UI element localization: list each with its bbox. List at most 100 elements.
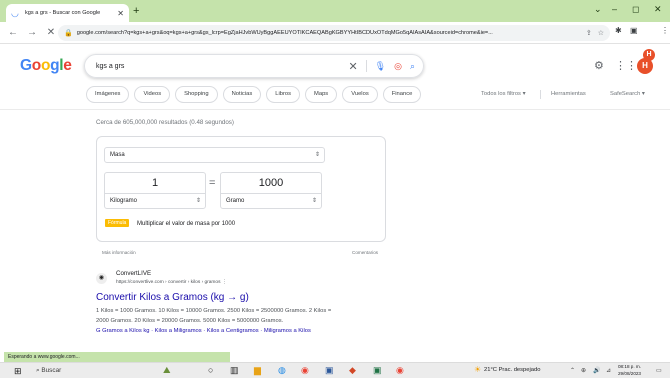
taskbar: ⊞ ⌕ Buscar ⛰ ○ ▥ ▆ ◍ ◉ ▣ ◆ ▣ ◉ ☀ 21°C Pr… — [0, 362, 670, 378]
maximize-icon[interactable]: ◻ — [632, 4, 639, 15]
new-tab-icon[interactable]: + — [133, 5, 139, 17]
select-arrows-icon: ⇕ — [311, 198, 317, 204]
widgets-scene-icon[interactable]: ⛰ — [163, 365, 171, 376]
site-favicon-icon: ◉ — [96, 273, 107, 284]
equals-sign: = — [209, 177, 216, 189]
safesearch-button[interactable]: SafeSearch ▾ — [610, 91, 645, 97]
address-bar[interactable]: 🔒 google.com/search?q=kgs+a+grs&oq=kgs+a… — [58, 25, 610, 41]
from-unit-value: Kilogramo — [110, 198, 138, 204]
from-value-input[interactable]: 1 — [104, 172, 206, 194]
browser-tab-bar: ◡ kgs a grs - Buscar con Google ✕ + ⌄ – … — [0, 0, 670, 22]
tab-flights[interactable]: Vuelos — [342, 86, 378, 103]
taskview-grid-icon[interactable]: ▥ — [230, 365, 239, 376]
result-site-name[interactable]: ConvertLIVE — [116, 270, 151, 277]
language-icon[interactable]: ⊿ — [606, 367, 611, 374]
tray-chevron-icon[interactable]: ⌃ — [570, 367, 575, 374]
taskbar-search[interactable]: ⌕ Buscar — [36, 367, 61, 375]
more-options-icon[interactable]: ⋮ — [222, 280, 227, 285]
settings-gear-icon[interactable]: ⚙ — [594, 59, 604, 72]
more-info-link[interactable]: Más información — [102, 250, 136, 255]
tab-news[interactable]: Noticias — [222, 86, 262, 103]
tab-images[interactable]: Imágenes — [86, 86, 130, 103]
minimize-icon[interactable]: – — [612, 4, 617, 14]
search-input[interactable]: kgs a grs — [96, 63, 340, 70]
stop-icon[interactable]: ✕ — [45, 27, 57, 38]
safesearch-label: SafeSearch — [610, 91, 641, 97]
result-title-link[interactable]: Convertir Kilos a Gramos (kg → g) — [96, 292, 249, 303]
side-panel-icon[interactable]: ▣ — [630, 26, 638, 35]
lock-icon[interactable]: 🔒 — [64, 29, 73, 37]
powerpoint-icon[interactable]: ◆ — [349, 365, 356, 376]
to-unit-value: Gramo — [226, 198, 245, 204]
tools-button[interactable]: Herramientas — [551, 91, 586, 97]
chrome-active-icon[interactable]: ◉ — [396, 365, 404, 376]
tab-books[interactable]: Libros — [266, 86, 301, 103]
google-logo[interactable]: Google — [20, 57, 72, 75]
extensions-icon[interactable]: ✱ — [615, 26, 622, 35]
tab-videos[interactable]: Videos — [134, 86, 171, 103]
excel-icon[interactable]: ▣ — [373, 365, 382, 376]
unit-category-select[interactable]: Masa ⇕ — [104, 147, 325, 163]
result-url-text: https://convertlive.com › convertir › ki… — [116, 280, 221, 285]
word-icon[interactable]: ▣ — [325, 365, 334, 376]
bookmark-star-icon[interactable]: ☆ — [598, 29, 604, 37]
task-view-icon[interactable]: ○ — [208, 365, 213, 375]
divider — [540, 90, 541, 99]
snippet-line: 1 Kilos = 1000 Gramos. 10 Kilos = 10000 … — [96, 308, 332, 314]
search-tabs: Imágenes Videos Shopping Noticias Libros… — [86, 86, 422, 103]
tab-search-icon[interactable]: ⌄ — [594, 4, 602, 15]
divider — [0, 109, 670, 110]
back-icon[interactable]: ← — [7, 27, 19, 38]
apps-grid-icon[interactable]: ⋮⋮ — [615, 59, 637, 72]
menu-icon[interactable]: ⋮ — [661, 26, 669, 35]
search-box[interactable]: kgs a grs ✕ 🎙 ◎ ⌕ — [84, 54, 424, 78]
browser-toolbar: ← → ✕ 🔒 google.com/search?q=kgs+a+grs&oq… — [0, 22, 670, 61]
edge-icon[interactable]: ◍ — [278, 365, 286, 376]
browser-tab[interactable]: ◡ kgs a grs - Buscar con Google ✕ — [6, 4, 129, 22]
select-arrows-icon: ⇕ — [314, 152, 320, 158]
snippet-line: 2000 Gramos. 20 Kilos = 20000 Gramos. 50… — [96, 318, 284, 324]
result-snippet: 1 Kilos = 1000 Gramos. 10 Kilos = 10000 … — [96, 306, 396, 326]
lens-icon[interactable]: ◎ — [394, 61, 402, 72]
clear-icon[interactable]: ✕ — [348, 60, 357, 73]
chrome-icon[interactable]: ◉ — [301, 365, 309, 376]
tab-title: kgs a grs - Buscar con Google — [25, 10, 101, 16]
close-window-icon[interactable]: ✕ — [654, 4, 662, 15]
notifications-icon[interactable]: ▭ — [656, 367, 662, 374]
file-explorer-icon[interactable]: ▆ — [254, 365, 261, 376]
weather-icon[interactable]: ☀ — [474, 365, 481, 374]
result-url[interactable]: https://convertlive.com › convertir › ki… — [116, 280, 227, 285]
feedback-link[interactable]: Comentarios — [352, 250, 378, 255]
to-unit-select[interactable]: Gramo ⇕ — [220, 193, 322, 209]
search-icon[interactable]: ⌕ — [410, 61, 415, 72]
formula-badge: Fórmula — [105, 219, 130, 227]
tab-shopping[interactable]: Shopping — [175, 86, 218, 103]
clock-date: 29/08/2023 — [618, 370, 641, 376]
forward-icon[interactable]: → — [26, 27, 38, 38]
all-filters-label: Todos los filtros — [481, 91, 521, 97]
account-avatar[interactable]: H — [637, 58, 653, 74]
windows-start-icon[interactable]: ⊞ — [14, 366, 22, 377]
clock-time: 08:18 p. m. — [618, 364, 641, 369]
share-icon[interactable]: ⇪ — [586, 29, 592, 37]
formula-text: Multiplicar el valor de masa por 1000 — [137, 221, 236, 227]
weather-text[interactable]: 21°C Prac. despejado — [484, 367, 540, 373]
all-filters-button[interactable]: Todos los filtros ▾ — [481, 91, 525, 97]
select-arrows-icon: ⇕ — [195, 198, 201, 204]
system-clock[interactable]: 08:18 p. m. 29/08/2023 — [618, 364, 641, 377]
divider — [365, 60, 367, 72]
result-sitelinks[interactable]: G Gramos a Kilos kg · Kilos a Miligramos… — [96, 328, 311, 334]
status-bar: Esperando a www.google.com... — [4, 352, 230, 362]
taskbar-search-label: Buscar — [41, 367, 62, 374]
from-unit-select[interactable]: Kilogramo ⇕ — [104, 193, 206, 209]
tab-finance[interactable]: Finance — [382, 86, 422, 103]
mic-icon[interactable]: 🎙 — [375, 61, 386, 72]
tab-maps[interactable]: Maps — [305, 86, 338, 103]
to-value-input[interactable]: 1000 — [220, 172, 322, 194]
url-text[interactable]: google.com/search?q=kgs+a+grs&oq=kgs+a+g… — [77, 30, 580, 36]
result-stats: Cerca de 605,000,000 resultados (0.48 se… — [96, 119, 234, 126]
loading-icon: ◡ — [11, 8, 19, 18]
network-icon[interactable]: ⊕ — [581, 367, 586, 374]
volume-icon[interactable]: 🔊 — [593, 367, 600, 374]
close-tab-icon[interactable]: ✕ — [117, 9, 124, 18]
